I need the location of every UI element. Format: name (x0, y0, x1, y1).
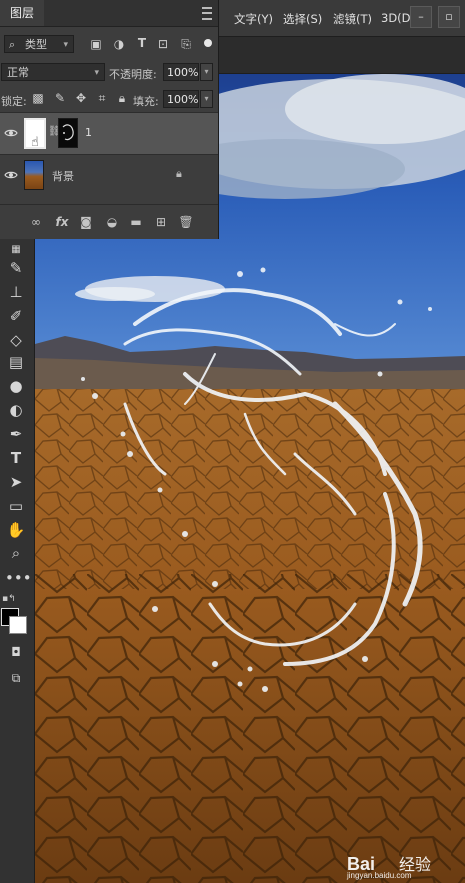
lock-paint-icon[interactable]: ✎ (52, 91, 68, 105)
screen-mode-icon[interactable]: ⧉ (5, 668, 27, 688)
watermark-url: jingyan.baidu.com (346, 871, 412, 880)
chevron-down-icon[interactable]: ▾ (200, 63, 213, 81)
lock-position-icon[interactable]: ✥ (73, 91, 89, 105)
fill-label: 填充: (133, 95, 159, 108)
chevron-down-icon: ▾ (94, 68, 99, 78)
filter-adjustment-icon[interactable]: ◑ (111, 37, 127, 51)
lock-transparent-icon[interactable]: ▩ (30, 91, 46, 105)
quick-mask-icon[interactable]: ◘ (5, 642, 27, 662)
eraser-icon[interactable]: ◇ (5, 330, 27, 350)
opacity-input[interactable]: 100% (163, 63, 199, 81)
dodge-icon[interactable]: ◐ (5, 400, 27, 420)
panel-footer: ∞ fx ◙ ◒ ▬ ⊞ 🗑︎ (0, 204, 218, 239)
layer-row-background[interactable]: 背景 🔒︎ (0, 154, 218, 196)
gradient-icon[interactable]: ▤ (5, 352, 27, 372)
eye-icon[interactable] (4, 168, 18, 182)
blend-mode-dropdown[interactable]: 正常 ▾ (1, 63, 105, 81)
lock-artboard-icon[interactable]: ⌗ (94, 91, 110, 106)
layer-name: 1 (85, 126, 92, 139)
filter-shape-icon[interactable]: ⊡ (155, 37, 171, 51)
fill-input[interactable]: 100% (163, 90, 199, 108)
eye-icon[interactable] (4, 126, 18, 140)
search-icon: ⌕ (9, 38, 16, 51)
options-bar (218, 37, 465, 74)
opacity-label: 不透明度: (109, 68, 157, 81)
brush-icon[interactable]: ✎ (5, 258, 27, 278)
lock-icon: 🔒︎ (176, 167, 182, 180)
layer-mask-thumbnail[interactable] (58, 118, 78, 148)
zoom-icon[interactable]: ⌕ (5, 543, 27, 563)
minimize-icon[interactable]: – (410, 6, 432, 28)
rectangle-icon[interactable]: ▭ (5, 496, 27, 516)
new-layer-icon[interactable]: ⊞ (153, 214, 169, 230)
menu-select[interactable]: 选择(S) (283, 11, 322, 27)
menu-3d[interactable]: 3D(D (381, 11, 411, 25)
chevron-down-icon: ▾ (63, 40, 68, 50)
path-select-icon[interactable]: ➤ (5, 472, 27, 492)
lock-row: 锁定: ▩ ✎ ✥ ⌗ 🔒︎ 填充: 100% ▾ (0, 85, 218, 113)
hand-icon[interactable]: ✋ (5, 520, 27, 540)
blend-row: 正常 ▾ 不透明度: 100% ▾ (0, 58, 218, 86)
panel-tab-bar: 图层 (0, 0, 218, 27)
default-colors-icon[interactable]: ▪↰ (2, 594, 16, 604)
blur-icon[interactable]: ● (5, 376, 27, 396)
adjustment-layer-icon[interactable]: ◒ (104, 214, 120, 230)
filter-toggle-icon[interactable] (204, 39, 212, 47)
filter-kind-value: 类型 (25, 38, 47, 51)
menu-text[interactable]: 文字(Y) (234, 11, 273, 27)
add-mask-icon[interactable]: ◙ (78, 214, 94, 230)
history-brush-icon[interactable]: ✐ (5, 306, 27, 326)
menu-filter[interactable]: 滤镜(T) (333, 11, 372, 27)
cursor-icon: ☝ (31, 135, 39, 150)
pen-icon[interactable]: ✒ (5, 424, 27, 444)
chevron-down-icon[interactable]: ▾ (200, 90, 213, 108)
layer-name: 背景 (52, 170, 74, 183)
layer-row-1[interactable]: ☝ ⛓ 1 (0, 112, 218, 154)
tools-panel: ▦ ✎ ⊥ ✐ ◇ ▤ ● ◐ ✒ T ➤ ▭ ✋ ⌕ ••• ▪↰ ◘ ⧉ (0, 238, 35, 883)
filter-type-icon[interactable]: T (134, 36, 150, 50)
lock-label: 锁定: (1, 95, 27, 108)
type-tool-icon[interactable]: T (5, 448, 27, 468)
panel-menu-icon[interactable] (202, 7, 212, 20)
stamp-icon[interactable]: ⊥ (5, 282, 27, 302)
filter-kind-dropdown[interactable]: ⌕ 类型 ▾ (4, 35, 74, 53)
restore-icon[interactable]: ▫ (438, 6, 460, 28)
filter-smart-object-icon[interactable]: ⎘ (178, 37, 194, 52)
link-layers-icon[interactable]: ∞ (28, 214, 44, 230)
layer-thumbnail[interactable] (24, 160, 44, 190)
ruler-icon[interactable]: ▦ (5, 240, 27, 260)
tab-layers[interactable]: 图层 (0, 0, 44, 26)
blend-mode-value: 正常 (7, 66, 29, 79)
background-color-swatch[interactable] (9, 616, 27, 634)
more-tools-icon[interactable]: ••• (5, 568, 32, 588)
layers-panel: 图层 ⌕ 类型 ▾ ▣ ◑ T ⊡ ⎘ 正常 ▾ 不透明度: 100% ▾ 锁定… (0, 0, 219, 239)
trash-icon[interactable]: 🗑︎ (178, 214, 194, 230)
fx-icon[interactable]: fx (54, 214, 70, 230)
folder-icon[interactable]: ▬ (128, 214, 144, 230)
lock-all-icon[interactable]: 🔒︎ (114, 91, 130, 106)
filter-pixel-icon[interactable]: ▣ (88, 37, 104, 51)
filter-row: ⌕ 类型 ▾ ▣ ◑ T ⊡ ⎘ (0, 30, 218, 58)
